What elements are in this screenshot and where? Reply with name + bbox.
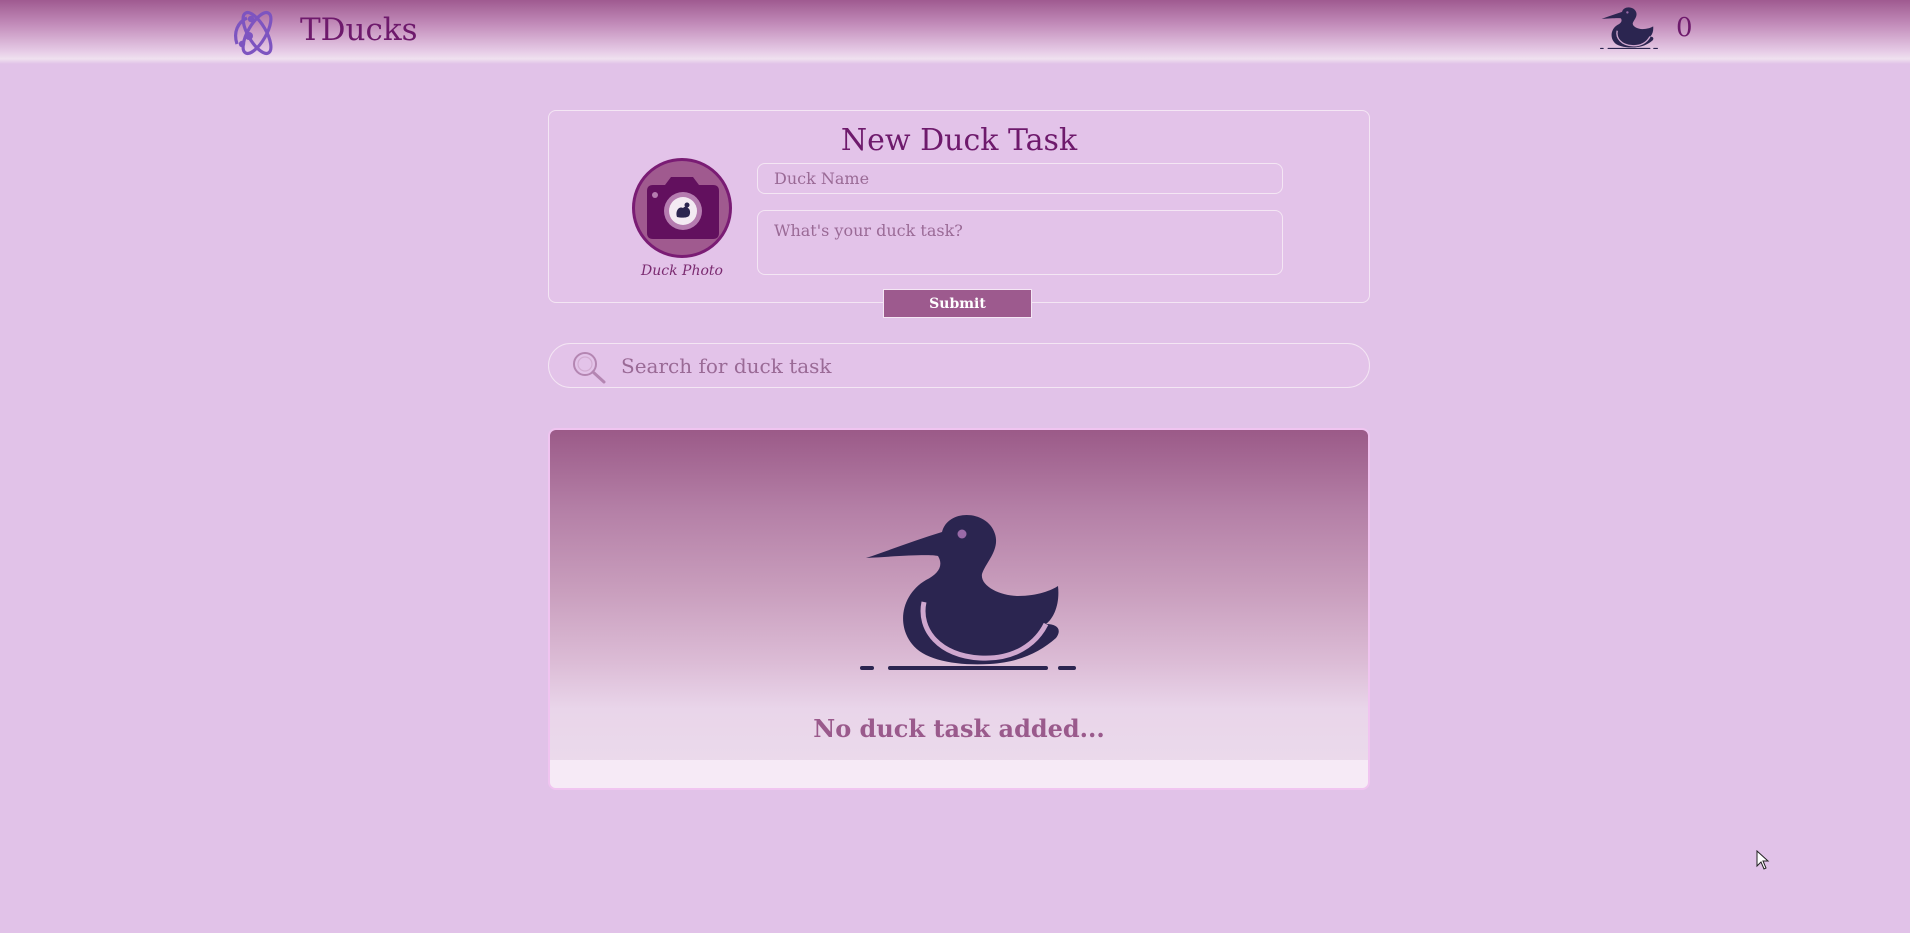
search-bar[interactable] [548, 343, 1370, 388]
duck-name-input[interactable] [757, 163, 1283, 194]
search-input[interactable] [619, 348, 1339, 384]
empty-state-message: No duck task added... [813, 714, 1105, 743]
duck-photo-uploader: Duck Photo [632, 158, 732, 279]
app-name: TDucks [300, 12, 418, 48]
new-task-form: New Duck Task Duck Photo [548, 110, 1370, 303]
task-list-footer [550, 760, 1368, 788]
photo-upload-button[interactable] [632, 158, 732, 258]
photo-label: Duck Photo [641, 263, 723, 279]
duck-icon [1600, 7, 1658, 49]
react-logo-icon [234, 10, 273, 56]
mouse-cursor-icon [1756, 850, 1770, 870]
duck-task-input[interactable] [757, 210, 1283, 275]
search-icon [573, 352, 606, 384]
duck-icon [860, 514, 1076, 670]
top-navbar: TDucks 0 [0, 0, 1910, 64]
form-title: New Duck Task [840, 123, 1078, 158]
brand[interactable]: TDucks [226, 0, 418, 60]
task-list-panel: No duck task added... [548, 428, 1370, 790]
submit-button[interactable]: Submit [883, 289, 1032, 318]
task-counter: 0 [1600, 4, 1693, 52]
camera-icon [647, 177, 719, 239]
task-count: 0 [1676, 13, 1693, 43]
